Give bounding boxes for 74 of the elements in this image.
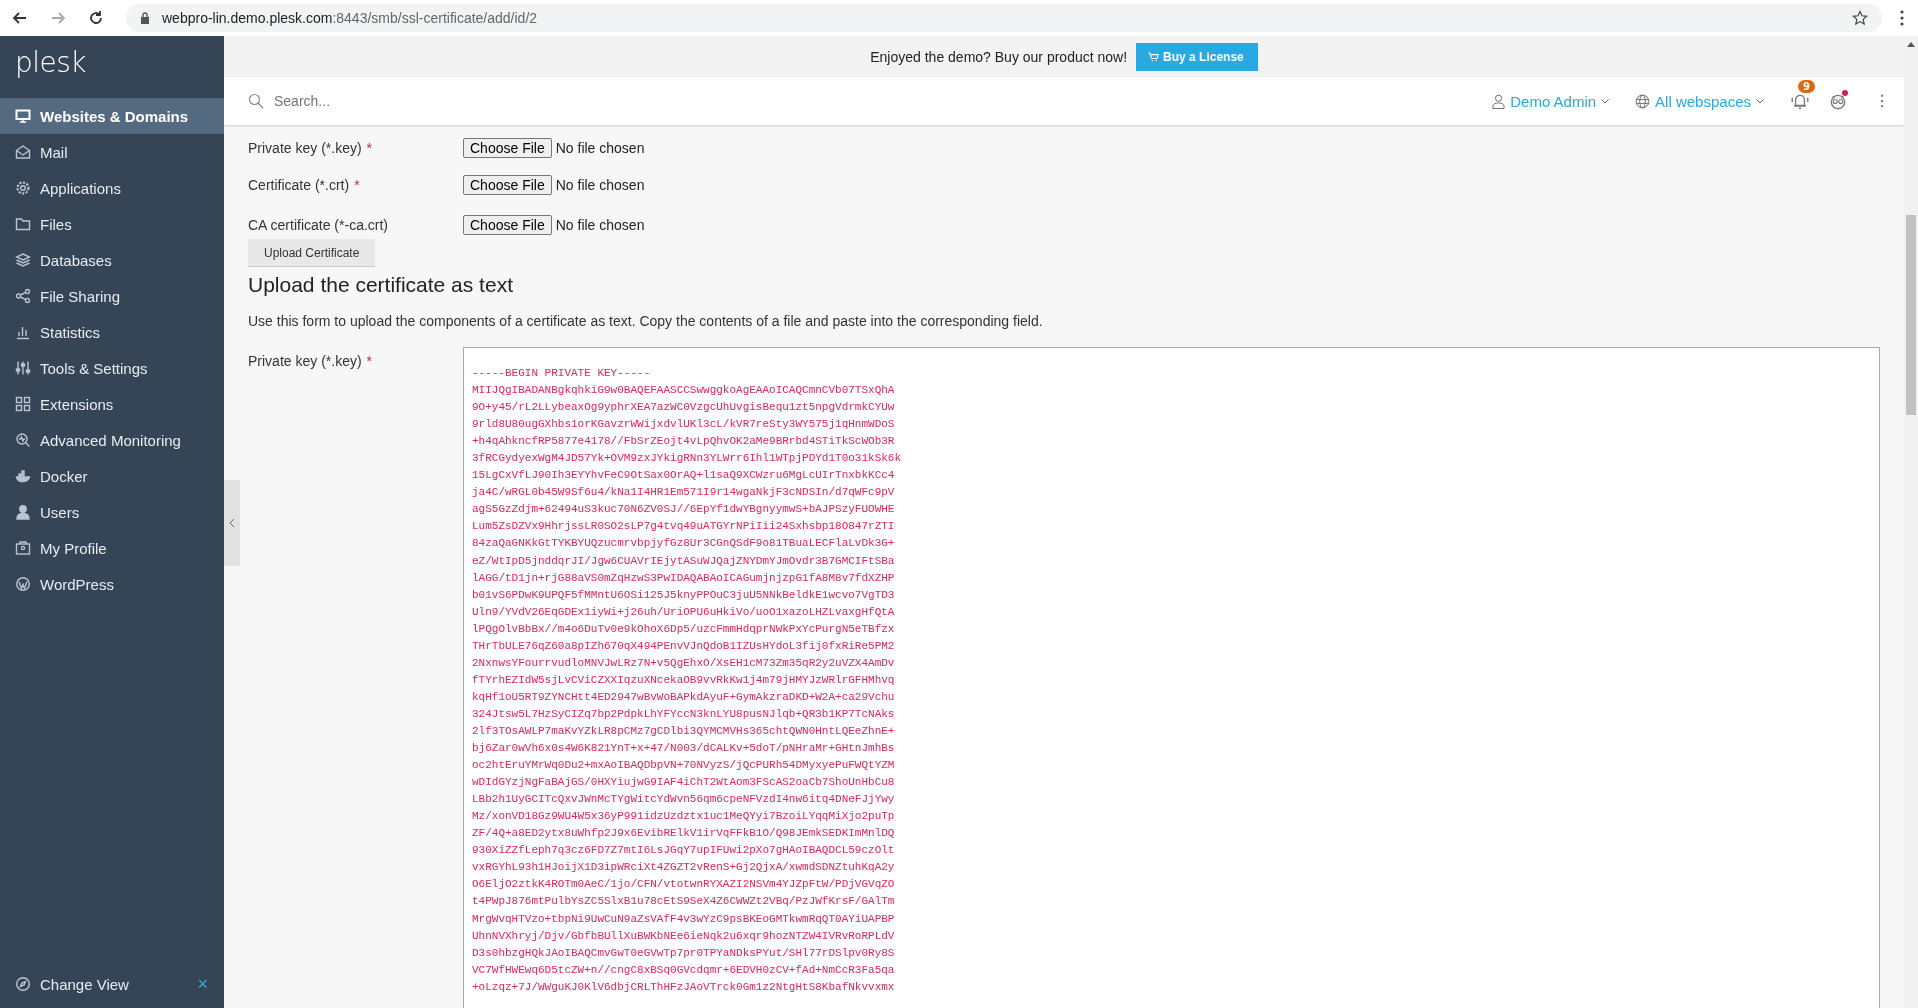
scroll-up-icon[interactable] bbox=[1907, 42, 1915, 47]
envelope-icon bbox=[15, 144, 31, 160]
wordpress-icon bbox=[15, 576, 31, 592]
nav-item[interactable]: Advanced Monitoring bbox=[0, 422, 224, 458]
browser-menu-icon[interactable] bbox=[1900, 10, 1904, 26]
alert-dot bbox=[1842, 90, 1848, 96]
owl-icon[interactable] bbox=[1828, 92, 1848, 110]
nav-item[interactable]: Docker bbox=[0, 458, 224, 494]
required-mark: * bbox=[354, 177, 360, 193]
file-status: No file chosen bbox=[555, 177, 645, 193]
field-label: CA certificate (*-ca.crt) bbox=[248, 217, 389, 233]
share-icon bbox=[15, 288, 31, 304]
choose-file-button[interactable]: Choose File bbox=[463, 215, 552, 235]
plesk-logo[interactable]: plesk bbox=[0, 36, 224, 98]
close-button[interactable]: × bbox=[195, 973, 210, 995]
nav-item[interactable]: Users bbox=[0, 494, 224, 530]
section-description: Use this form to upload the components of a certificate as text. Copy the contents of a file and paste into the corresponding field. bbox=[248, 313, 1044, 329]
lock-icon bbox=[140, 12, 150, 24]
nav-item[interactable]: File Sharing bbox=[0, 278, 224, 314]
nav-item[interactable]: Files bbox=[0, 206, 224, 242]
sliders-icon bbox=[15, 360, 31, 376]
nav-item[interactable]: Websites & Domains bbox=[0, 98, 224, 134]
section-heading: Upload the certificate as text bbox=[248, 273, 514, 297]
nav-item[interactable]: Mail bbox=[0, 134, 224, 170]
monitor-icon bbox=[15, 108, 31, 124]
back-icon[interactable] bbox=[12, 10, 28, 26]
required-mark: * bbox=[366, 140, 373, 156]
scrollbar[interactable] bbox=[1904, 36, 1918, 1008]
private-key-field[interactable]: -----BEGIN PRIVATE KEY----- MIIJQgIBADANBgkqhkiG9w0BAQEFAASCCSwwggkoAgEAAoICAQCmnCVb07TSxQhA 9O+y45/rL2LLybeaxOg9yphrXEA7azWC0VzgcUhUvgisBequ1zt5npgVdrmkCYUw 9rld8U80ugGXhbs1orKGavzrWWijxdvlUKl3cL/kVR7reSty3WY575j1qHnmWDoS +h4qAhkncfRP5877e4178//FbSrZEojt4vLpQhvOK2aMe9BRrbd4STiTkScWOb3R 3fRCGydyexWgM4JD57Yk+OVM9zxJYkigRNn3YLWrr6Ihl1WTpjPDYd1T0o31kSk6k 15LgCxVfLJ90Ih3EYYhvFeC9OtSax0OrAQ+l1saQ9XCWzru6MgLcUIrTnxbkKCc4 ja4C/wRGL0b45W9Sf6u4/kNa1I4HR1Em571I9r14wgaNkjF3cNDSIn/d7qWFc9pV agS5GzZdjm+62494uS3kuc70N6ZV0SJ//6EpYf1dwYBgnyymwS+bAJPSzyFUOWHE Lum5ZsDZVx9HhrjssLR0SO2sLP7g4tvq49uATGYrNPiIii24Sxhsbp18O847rZTI 84zaQaGNKkGtTYKBYUQzucmrvbpjyfGz8Ur3CGnQSdF9o81TBuaLECFlaLvDk3G+ eZ/WtIpD5jnddqrJI/Jgw6CUAVrIEjytASuWJQajZNYDmYJmOvdr3B7GMCIFtSBa lAGG/tD1jn+rjG88aVS0mZqHzwS3PwIDAQABAoICAGumjnjzpG1fA8M8v7fdXZHP b01vS6PDwK9UPQF5fMMntU6OSi125J5knyPPOuC3juU5NNkBeldkE1wcvo7VgTD3 Uln9/YVdV26EqGDEx1iyWi+j26uh/UriOPU6uHkiVo/uoO1xazoLHZLvaxgHfQtA lPQgOlvBbBx//m4o6DuTv0e9kOhoX6Dp5/uzcFmmHdqprNWkPxYcPurgN5eTBfzx THrTbULE76qZ60a8pIZh670qX494PEnvVJnQdoB1IZUsHYdoL3fij0fxRiRe5PM2 2NxnwsYFourrvudloMNVJwLRz7N+v5QgEhxO/XsEH1cM73Zm35qR2y2uVZX4AmDv fTYrhEZIdW5sjLvCViCZXXIqzuXNcekaOB9vvRkKw1j4m79jHMYJzWRlrGFHMhvq kqHf1oU5RT9ZYNCHtt4ED2947wBvWoBAPkdAyuF+GymAkzraDKD+W2A+ca29Vchu 324Jtsw5L7HzSyCIZq7bp2PdpkLhYFYccN3knLYU8pusNJlqb+QR3b1KP7TcNAks 2lf3TOsAWLP7maKvYZkLR8pCMz7gCDlbi3QYMCMVHs365chtQWN0HntLQEeZhnE+ bj6Zar0wVh6x0s4W6K821YnT+x+47/N003/dCALKv+5doT/pNHraMr+GHtnJmhBs oc2htEruYMrWq0Du2+mxAoIBAQDbpVN+70NVyzS/jQcPURh54DMyxyePuFWQtYZM wDIdGYzjNgFaBAjGS/0HXYiujwG9IAF4iChT2WtAom3FScAS2oaCb7ShoUnHbCu8 LBb2h1UyGCITcQxvJWnMcTYgWitcYdWvn56qm6cpeNFVzdI4nw6itq4DNeFJjYwy Mz/xonVD18Gz9WU4W5x36yP991idzUzdztx1uc1MeQYyi7BzoiLYqqMiXjo2puTp ZF/4Q+a8ED2ytx8uWhfp2J9x6EvibRElkV1irVqFFkB1O/Q98JEmkSEDKImMnlDQ 930XiZZfLeph7q3cz6FD7Z7mtI6LsJGqY7upIFUwi2pXo7gHAoIBAQDCL59czOlt vxRGYhL93h1HJoijX1D3ipWRciXt4ZGZT2vRenS+Gj2QjxA/xwmdSDNZtuhKqA2y O6EljO2ztkK4ROTm0AeC/1jo/CFN/vtotwnRYXAZI2NSVm4YJZpFtW/PDjVGVqZO t4PWpJ876mtPulbYsZC5SlxB1u78cEtS9SeX4Z6CWWZt2VBq/PzJWfKrsF/GAlTm MrgWvqHTVzo+tbpNi9UwCuN9aZsVAfF4v3wYzC9psBKEoGMTkwmRqQT0AYiUAPBP UhnNVXhryj/Djv/GbfbBUllXuBWKbNEe6ieNqk2u6xqr9hozNTZW4IVRvRoRPLdV D3s0hbzgHQkJAoIBAQCmvGwT0eGVwTp7pr0TPYaNDksPYut/SHl77rDSlpv0Ry8S VC7WfHWEwq6D5tcZW+n//cngC8xBSq0GVcdqmr+6EDVH0zCV+fAd+NmCcR3Fa5qa +oLzqz+7J/WWguKJ0KlV6dbjCRLThHFzJAoVTrck0Gm1z2NtgHtS8KbafNkvvxmx bbox=[463, 347, 1880, 1008]
globe-icon bbox=[1635, 93, 1651, 109]
promo-text: Enjoyed the demo? Buy our product now! bbox=[870, 48, 1128, 65]
file-status: No file chosen bbox=[555, 217, 645, 233]
upload-certificate-button[interactable]: Upload Certificate bbox=[248, 239, 376, 267]
address-bar[interactable]: webpro-lin.demo.plesk.com:8443/smb/ssl-certificate/add/id/2 bbox=[126, 4, 1882, 32]
bookmark-star-icon[interactable] bbox=[1852, 10, 1868, 26]
sidebar-collapse-handle[interactable] bbox=[224, 480, 240, 566]
user-icon bbox=[1492, 93, 1506, 109]
nav-item[interactable]: WordPress bbox=[0, 566, 224, 602]
required-mark: * bbox=[366, 353, 373, 369]
gear-icon bbox=[15, 180, 31, 196]
cart-icon bbox=[1148, 51, 1160, 62]
notification-badge: 9 bbox=[1798, 80, 1815, 93]
bell-icon[interactable] bbox=[1790, 92, 1810, 110]
more-options-icon[interactable] bbox=[1880, 94, 1884, 108]
search-field[interactable]: Search... bbox=[272, 92, 576, 110]
field-label: Private key (*.key) bbox=[248, 353, 362, 369]
choose-file-button[interactable]: Choose File bbox=[463, 175, 552, 195]
nav-item[interactable]: Tools & Settings bbox=[0, 350, 224, 386]
search-icon bbox=[248, 93, 264, 109]
nav-item[interactable]: Extensions bbox=[0, 386, 224, 422]
compass-icon bbox=[15, 976, 31, 992]
url-text: webpro-lin.demo.plesk.com:8443/smb/ssl-certificate/add/id/2 bbox=[162, 10, 539, 26]
chevron-down-icon bbox=[1756, 98, 1764, 104]
field-label: Certificate (*.crt) bbox=[248, 177, 350, 193]
id-card-icon bbox=[15, 540, 31, 556]
blocks-icon bbox=[15, 396, 31, 412]
reload-icon[interactable] bbox=[88, 10, 104, 26]
magnifier-icon bbox=[15, 432, 31, 448]
nav-item[interactable]: Databases bbox=[0, 242, 224, 278]
whale-icon bbox=[15, 468, 31, 484]
layers-icon bbox=[15, 252, 31, 268]
nav-item[interactable]: Statistics bbox=[0, 314, 224, 350]
field-label: Private key (*.key) bbox=[248, 140, 362, 156]
user-icon bbox=[15, 504, 31, 520]
bar-chart-icon bbox=[15, 324, 31, 340]
chevron-left-icon bbox=[229, 518, 235, 528]
choose-file-button[interactable]: Choose File bbox=[463, 138, 552, 158]
nav-item[interactable]: Applications bbox=[0, 170, 224, 206]
folder-icon bbox=[15, 216, 31, 232]
scrollbar-thumb[interactable] bbox=[1906, 215, 1916, 415]
file-status: No file chosen bbox=[555, 140, 645, 156]
chevron-down-icon bbox=[1601, 98, 1610, 104]
change-view-link[interactable]: Change View bbox=[15, 975, 129, 993]
nav-item[interactable]: My Profile bbox=[0, 530, 224, 566]
